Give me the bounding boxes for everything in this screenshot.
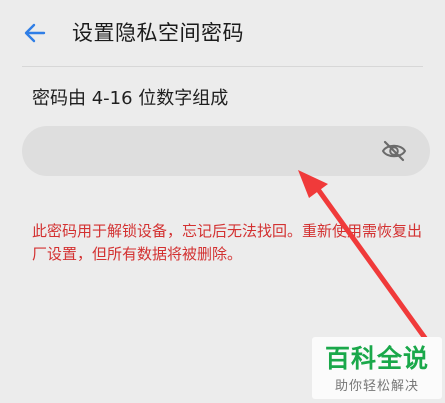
password-field[interactable] <box>22 126 430 178</box>
password-input[interactable] <box>42 126 376 178</box>
eye-off-icon <box>381 140 407 162</box>
visibility-toggle-button[interactable] <box>380 138 408 164</box>
watermark-logo: 百科全说 助你轻松解决 <box>312 337 442 399</box>
divider <box>22 66 423 67</box>
back-arrow-icon <box>24 23 46 43</box>
warning-text: 此密码用于解锁设备，忘记后无法找回。重新使用需恢复出厂设置，但所有数据将被删除。 <box>32 222 423 263</box>
watermark-subtitle: 助你轻松解决 <box>334 379 419 394</box>
top-bar: 设置隐私空间密码 <box>0 0 445 66</box>
privacy-password-screen: 设置隐私空间密码 密码由 4-16 位数字组成 此密码用于解锁设备，忘记后无法找… <box>0 0 445 403</box>
watermark-title: 百科全说 <box>324 344 429 373</box>
password-rule-hint: 密码由 4-16 位数字组成 <box>32 88 229 109</box>
page-title: 设置隐私空间密码 <box>72 21 244 45</box>
back-button[interactable] <box>22 20 48 46</box>
